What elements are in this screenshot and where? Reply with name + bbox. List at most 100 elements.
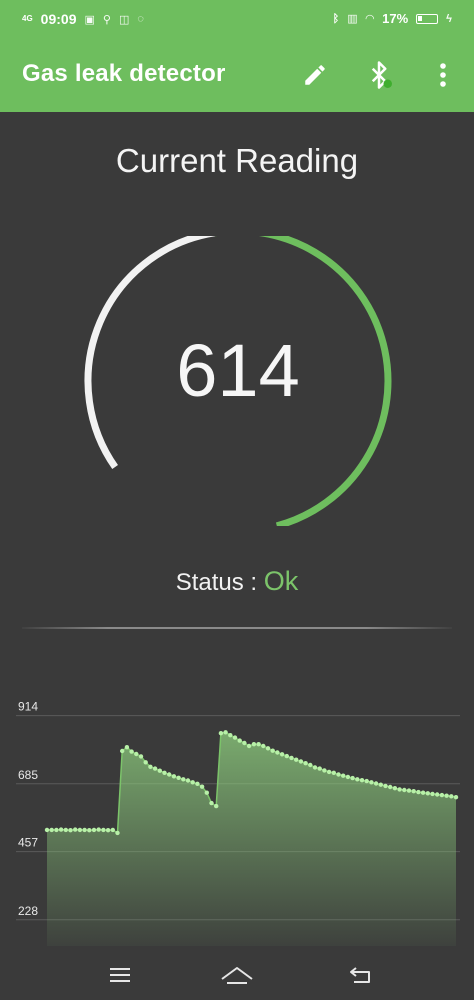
section-divider (22, 627, 452, 629)
data-point (101, 827, 106, 833)
data-point (345, 774, 351, 780)
charging-icon: ϟ (446, 12, 452, 25)
data-point (138, 754, 144, 759)
data-point (265, 746, 271, 751)
data-point (129, 749, 134, 754)
data-point (77, 827, 83, 833)
data-point (96, 827, 101, 832)
data-point (218, 731, 224, 736)
data-point (256, 742, 261, 747)
data-point (54, 827, 59, 833)
data-point (420, 790, 426, 795)
status-value: Ok (263, 566, 299, 596)
bluetooth-status-icon: ᛒ (332, 12, 340, 25)
status-bar-right: ᛒ ▥ ◠ 17% ϟ (333, 11, 452, 26)
menu-icon (110, 968, 130, 982)
y-tick-label: 228 (18, 904, 38, 918)
data-point (435, 792, 440, 797)
usb-icon: ⚲ (102, 13, 111, 26)
data-point (373, 781, 379, 786)
data-point (124, 745, 130, 750)
data-point (270, 748, 275, 753)
data-point (369, 780, 374, 785)
data-point (392, 786, 398, 791)
edit-button[interactable] (298, 58, 332, 92)
data-point (444, 793, 449, 798)
back-icon (350, 967, 370, 983)
y-tick-label: 457 (18, 836, 38, 850)
data-point (228, 733, 233, 738)
data-point (73, 827, 78, 832)
data-point (279, 752, 285, 757)
data-point (110, 827, 116, 833)
data-point (157, 768, 162, 773)
data-point (397, 787, 402, 792)
data-point (383, 783, 388, 789)
data-point (317, 766, 322, 771)
app-actions (298, 58, 460, 92)
y-tick-label: 685 (18, 768, 38, 782)
data-point (115, 830, 120, 836)
back-button[interactable] (340, 960, 380, 990)
data-point (68, 828, 73, 833)
home-button[interactable] (217, 960, 257, 990)
navigation-bar (0, 946, 474, 1000)
battery-percent: 17% (382, 11, 409, 26)
status-label: Status : (175, 569, 264, 596)
data-point (416, 789, 421, 795)
data-point (181, 777, 186, 782)
current-reading-title: Current Reading (115, 142, 359, 179)
more-options-button[interactable] (426, 58, 460, 92)
data-point (341, 773, 346, 778)
app-bar: Gas leak detector (0, 38, 474, 112)
data-point (275, 750, 280, 755)
screenshot-icon: ◫ (118, 13, 130, 26)
data-point (167, 772, 172, 777)
data-point (284, 753, 289, 759)
data-point (242, 740, 247, 746)
data-point (411, 789, 416, 794)
reading-value: 614 (176, 329, 300, 412)
data-point (425, 791, 430, 796)
more-vert-icon (440, 63, 446, 87)
data-point (326, 769, 332, 775)
data-point (209, 800, 214, 806)
data-point (312, 765, 318, 770)
reading-history-chart: 228 457 685 914 (16, 700, 460, 946)
data-point (251, 742, 257, 747)
area-fill (47, 732, 456, 946)
y-tick-label: 914 (18, 700, 38, 714)
data-point (199, 784, 205, 789)
menu-button[interactable] (100, 960, 140, 990)
data-point (378, 782, 383, 787)
data-point (91, 827, 97, 833)
status-time: 09:09 (40, 11, 77, 27)
edit-icon (305, 65, 325, 85)
notification-icon: ▣ (84, 13, 95, 26)
network-indicator: 4G (22, 14, 33, 23)
home-icon (221, 967, 253, 984)
data-point (331, 770, 336, 775)
data-point (402, 787, 407, 793)
data-point (359, 778, 365, 783)
data-point (134, 751, 139, 757)
data-point (44, 827, 50, 833)
data-point (246, 743, 252, 749)
data-point (162, 770, 167, 775)
data-point (355, 777, 360, 782)
data-point (190, 780, 195, 785)
data-point (308, 762, 313, 768)
data-point (303, 761, 308, 766)
data-point (453, 795, 459, 800)
data-point (364, 778, 369, 784)
data-point (82, 827, 87, 833)
data-point (63, 827, 68, 833)
data-point (49, 827, 54, 833)
data-point (294, 757, 299, 762)
bluetooth-icon (371, 61, 392, 89)
bluetooth-button[interactable] (362, 58, 396, 92)
data-point (350, 775, 355, 781)
data-point (388, 784, 393, 790)
data-point (58, 827, 64, 832)
data-point (120, 748, 125, 754)
